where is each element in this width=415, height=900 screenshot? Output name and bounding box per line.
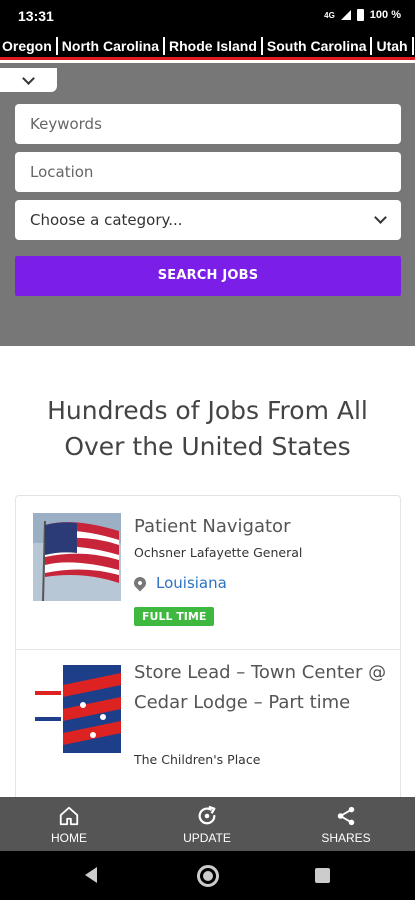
signal-icon: [340, 10, 351, 20]
ticker-item[interactable]: Oregon: [0, 37, 56, 55]
system-nav-bar: [0, 851, 415, 900]
location-link[interactable]: Louisiana: [156, 574, 227, 592]
job-company: The Children's Place: [134, 752, 261, 767]
status-time: 13:31: [18, 8, 54, 24]
back-icon[interactable]: [85, 867, 97, 883]
nav-home-button[interactable]: HOME: [0, 797, 138, 851]
ticker-item[interactable]: South Carolina: [260, 37, 371, 55]
ticker-item[interactable]: North Carolina: [55, 37, 163, 55]
list-item[interactable]: Store Lead – Town Center @ Cedar Lodge –…: [16, 650, 400, 804]
home-circle-icon[interactable]: [197, 865, 219, 887]
state-ticker: Oregon North Carolina Rhode Island South…: [0, 33, 415, 60]
share-icon: [337, 806, 355, 826]
category-select[interactable]: Choose a category...: [15, 200, 401, 240]
nav-update-button[interactable]: UPDATE: [138, 797, 276, 851]
nav-home-label: HOME: [51, 831, 87, 845]
collapse-search-toggle[interactable]: [0, 68, 57, 92]
job-list: Patient Navigator Ochsner Lafayette Gene…: [15, 495, 401, 805]
location-input[interactable]: Location: [15, 152, 401, 192]
nav-shares-button[interactable]: SHARES: [277, 797, 415, 851]
network-icon: 4G: [324, 10, 335, 20]
ticker-item[interactable]: W: [411, 37, 415, 55]
chevron-down-icon: [374, 211, 387, 224]
job-title[interactable]: Patient Navigator: [134, 512, 389, 542]
job-type-badge: FULL TIME: [134, 607, 215, 626]
job-thumbnail: [33, 665, 121, 753]
job-title[interactable]: Store Lead – Town Center @ Cedar Lodge –…: [134, 658, 389, 718]
keywords-input[interactable]: Keywords: [15, 104, 401, 144]
category-select-value: Choose a category...: [30, 211, 183, 229]
ticker-item[interactable]: Rhode Island: [163, 37, 261, 55]
refresh-icon: [198, 805, 216, 825]
nav-shares-label: SHARES: [321, 831, 371, 845]
battery-level: 100 %: [369, 9, 401, 21]
job-location: Louisiana: [131, 574, 227, 592]
bottom-nav: HOME UPDATE SHARES: [0, 797, 415, 851]
status-icons: 4G 100 %: [324, 9, 401, 21]
page-headline: Hundreds of Jobs From All Over the Unite…: [47, 396, 368, 461]
ticker-item[interactable]: Utah: [370, 37, 411, 55]
home-icon: [59, 806, 79, 826]
recents-icon[interactable]: [315, 868, 330, 883]
chevron-down-icon: [22, 71, 35, 85]
list-item[interactable]: Patient Navigator Ochsner Lafayette Gene…: [16, 496, 400, 649]
job-thumbnail: [33, 513, 121, 601]
battery-icon: [356, 9, 364, 21]
search-jobs-button[interactable]: SEARCH JOBS: [15, 256, 401, 296]
status-bar: 13:31 4G 100 %: [0, 0, 415, 33]
nav-update-label: UPDATE: [183, 831, 231, 845]
job-company: Ochsner Lafayette General: [134, 545, 303, 560]
map-pin-icon: [131, 574, 149, 592]
